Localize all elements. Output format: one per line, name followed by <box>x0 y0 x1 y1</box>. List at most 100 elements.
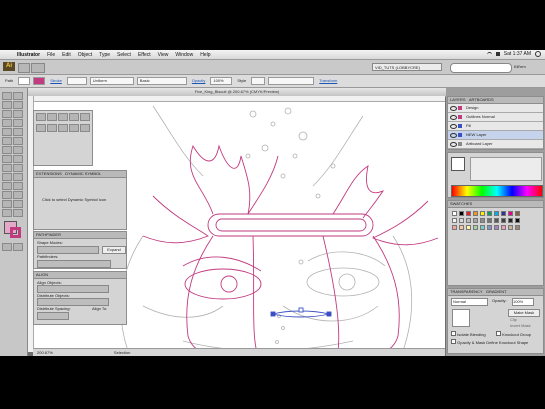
eye-icon[interactable] <box>450 133 457 138</box>
color-swatch[interactable] <box>480 211 485 216</box>
tool-button[interactable] <box>36 123 46 132</box>
layer-row[interactable]: Design <box>448 104 543 113</box>
layer-row[interactable]: Fill <box>448 122 543 131</box>
menu-file[interactable]: File <box>47 52 55 58</box>
clip-checkbox-label[interactable]: Clip <box>510 317 517 322</box>
screen-mode-icon[interactable] <box>13 243 23 251</box>
isolate-blending-checkbox[interactable]: Isolate Blending <box>451 331 486 337</box>
symbol-sprayer-tool-icon[interactable] <box>2 191 12 199</box>
stroke-weight-field[interactable] <box>66 77 87 85</box>
stroke-swatch[interactable] <box>33 77 46 85</box>
eye-icon[interactable] <box>450 106 457 111</box>
search-field[interactable] <box>450 63 512 73</box>
color-swatch[interactable] <box>452 218 457 223</box>
eye-icon[interactable] <box>450 115 457 120</box>
selection-tool-icon[interactable] <box>2 92 12 100</box>
direct-selection-tool-icon[interactable] <box>13 92 23 100</box>
knockout-group-checkbox[interactable]: Knockout Group <box>496 331 531 337</box>
blend-mode-select[interactable]: Normal <box>451 298 488 306</box>
tab-transparency[interactable]: TRANSPARENCY <box>450 289 483 294</box>
eye-icon[interactable] <box>450 142 457 147</box>
menu-view[interactable]: View <box>158 52 169 58</box>
layer-row[interactable]: Artboard Layer <box>448 140 543 149</box>
variable-width-profile[interactable]: Uniform <box>89 77 134 85</box>
rotate-tool-icon[interactable] <box>2 146 12 154</box>
slice-tool-icon[interactable] <box>13 200 23 208</box>
tab-dynamic-symbol[interactable]: DYNAMIC SYMBOL <box>65 171 101 176</box>
mesh-tool-icon[interactable] <box>2 173 12 181</box>
paintbrush-tool-icon[interactable] <box>2 128 12 136</box>
eye-icon[interactable] <box>450 124 457 129</box>
shape-builder-tool-icon[interactable] <box>2 164 12 172</box>
menu-help[interactable]: Help <box>200 52 210 58</box>
color-swatch[interactable] <box>487 225 492 230</box>
bridge-button[interactable] <box>18 63 30 73</box>
layer-row-selected[interactable]: NEW Layer <box>448 131 543 140</box>
tool-button[interactable] <box>80 113 90 121</box>
stroke-label[interactable]: Stroke <box>48 78 64 84</box>
distribute-spacing-buttons[interactable] <box>37 312 69 320</box>
color-swatch[interactable] <box>515 211 520 216</box>
color-swatch[interactable] <box>487 218 492 223</box>
magic-wand-tool-icon[interactable] <box>2 101 12 109</box>
color-swatch[interactable] <box>473 218 478 223</box>
tab-swatches[interactable]: SWATCHES <box>450 201 472 206</box>
draw-mode-icon[interactable] <box>2 243 12 251</box>
color-swatch[interactable] <box>494 211 499 216</box>
color-swatch[interactable] <box>480 225 485 230</box>
opacity-field[interactable]: 100% <box>210 77 233 85</box>
zoom-tool-icon[interactable] <box>13 209 23 217</box>
width-tool-icon[interactable] <box>2 155 12 163</box>
color-spectrum[interactable] <box>451 185 543 197</box>
blob-brush-tool-icon[interactable] <box>2 137 12 145</box>
tool-button[interactable] <box>58 123 68 132</box>
make-mask-button[interactable]: Make Mask <box>508 309 540 317</box>
line-tool-icon[interactable] <box>2 119 12 127</box>
color-swatch[interactable] <box>494 225 499 230</box>
eyedropper-tool-icon[interactable] <box>2 182 12 190</box>
color-swatch[interactable] <box>501 211 506 216</box>
opacity-label[interactable]: Opacity <box>190 78 208 84</box>
tool-button[interactable] <box>47 113 57 121</box>
menu-object[interactable]: Object <box>78 52 92 58</box>
invert-mask-checkbox-label[interactable]: Invert Mask <box>510 323 531 328</box>
horizontal-ruler[interactable] <box>33 96 445 102</box>
tab-layers[interactable]: LAYERS <box>450 97 466 102</box>
zoom-field[interactable]: 200.67% <box>37 350 53 355</box>
account-menu[interactable]: Kill'em <box>514 63 542 71</box>
color-swatch[interactable] <box>487 211 492 216</box>
tool-button[interactable] <box>69 123 79 132</box>
color-swatch[interactable] <box>515 218 520 223</box>
fill-stroke-widget[interactable] <box>451 157 465 171</box>
free-transform-tool-icon[interactable] <box>13 155 23 163</box>
type-tool-icon[interactable] <box>13 110 23 118</box>
checkbox-icon[interactable] <box>451 339 456 344</box>
pen-tool-icon[interactable] <box>2 110 12 118</box>
tool-button[interactable] <box>69 113 79 121</box>
workspace-switcher[interactable]: VID_TUTS (LOBBYCRE) <box>372 63 442 71</box>
lasso-tool-icon[interactable] <box>13 101 23 109</box>
brush-definition[interactable]: Basic <box>136 77 187 85</box>
clock[interactable]: Sat 1:37 AM <box>504 51 531 57</box>
color-swatch[interactable] <box>473 211 478 216</box>
color-swatch[interactable] <box>473 225 478 230</box>
scale-tool-icon[interactable] <box>13 146 23 154</box>
gradient-tool-icon[interactable] <box>13 173 23 181</box>
fill-swatch[interactable] <box>18 77 31 85</box>
tab-artboards[interactable]: ARTBOARDS <box>469 97 494 102</box>
color-swatch[interactable] <box>508 211 513 216</box>
rectangle-tool-icon[interactable] <box>13 119 23 127</box>
checkbox-icon[interactable] <box>496 331 501 336</box>
menu-window[interactable]: Window <box>175 52 193 58</box>
menu-effect[interactable]: Effect <box>138 52 151 58</box>
color-swatch[interactable] <box>508 218 513 223</box>
color-swatch[interactable] <box>459 211 464 216</box>
transform-label[interactable]: Transform <box>317 78 339 84</box>
color-swatch[interactable] <box>459 218 464 223</box>
expand-button[interactable]: Expand <box>102 246 126 254</box>
tool-button[interactable] <box>58 113 68 121</box>
shape-mode-buttons[interactable] <box>37 246 99 254</box>
color-swatch[interactable] <box>501 225 506 230</box>
hand-tool-icon[interactable] <box>2 209 12 217</box>
tool-button[interactable] <box>36 113 46 121</box>
